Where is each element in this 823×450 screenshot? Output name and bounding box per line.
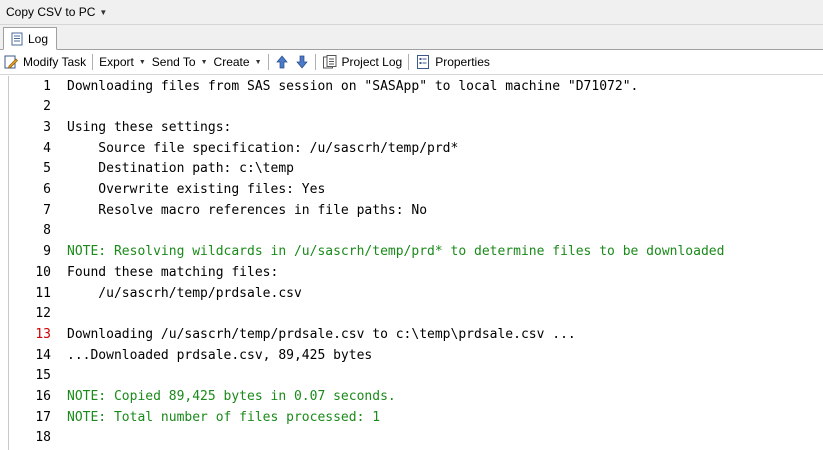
export-label: Export — [99, 55, 134, 69]
tab-log-label: Log — [28, 31, 49, 46]
log-text: Downloading files from SAS session on "S… — [67, 78, 639, 94]
line-number: 10 — [35, 264, 51, 280]
log-line: 10 Found these matching files: — [9, 262, 823, 282]
create-label: Create — [213, 55, 250, 69]
send-to-label: Send To — [151, 55, 196, 69]
log-text: ...Downloaded prdsale.csv, 89,425 bytes — [67, 347, 373, 363]
log-line: 15 — [9, 366, 823, 386]
create-menu-button[interactable]: Create ▼ — [211, 52, 265, 72]
line-number: 15 — [35, 368, 51, 384]
line-number: 2 — [43, 99, 51, 115]
toolbar-separator — [267, 54, 269, 70]
log-line: 6 Overwrite existing files: Yes — [9, 180, 823, 200]
log-line: 12 — [9, 304, 823, 324]
log-line: 2 — [9, 97, 823, 117]
log-note-text: NOTE: Resolving wildcards in /u/sascrh/t… — [67, 244, 725, 260]
properties-icon — [415, 54, 431, 70]
log-text: Using these settings: — [67, 119, 232, 135]
toolbar: Modify Task Export ▼ Send To ▼ Create ▼ … — [0, 50, 823, 75]
line-number: 18 — [35, 430, 51, 446]
window-title-bar[interactable]: Copy CSV to PC ▼ — [0, 0, 823, 25]
log-line: 4 Source file specification: /u/sascrh/t… — [9, 138, 823, 158]
chevron-down-icon: ▼ — [138, 58, 146, 66]
toolbar-separator — [92, 54, 94, 70]
log-line: 7 Resolve macro references in file paths… — [9, 200, 823, 220]
toolbar-separator — [314, 54, 316, 70]
properties-button[interactable]: Properties — [412, 52, 493, 72]
project-log-icon — [322, 54, 338, 70]
tab-strip: Log — [0, 25, 823, 50]
log-line: 3 Using these settings: — [9, 117, 823, 137]
line-number: 17 — [35, 409, 51, 425]
log-line: 5 Destination path: c:\temp — [9, 159, 823, 179]
modify-task-icon — [3, 54, 19, 70]
line-number: 6 — [43, 182, 51, 197]
log-text: Resolve macro references in file paths: … — [67, 202, 428, 218]
log-line: 16 NOTE: Copied 89,425 bytes in 0.07 seco… — [9, 387, 823, 407]
line-number: 16 — [35, 389, 51, 404]
log-line: 18 — [9, 428, 823, 448]
log-line: 13 Downloading /u/sascrh/temp/prdsale.csv… — [9, 324, 823, 344]
project-log-label: Project Log — [341, 55, 403, 69]
send-to-menu-button[interactable]: Send To ▼ — [149, 52, 211, 72]
line-number: 12 — [35, 306, 51, 322]
log-text: Destination path: c:\temp — [67, 161, 294, 177]
line-number: 7 — [43, 202, 51, 218]
move-down-button[interactable] — [292, 52, 312, 72]
tab-log[interactable]: Log — [3, 27, 58, 50]
log-text: Found these matching files: — [67, 264, 279, 280]
line-number: 11 — [35, 285, 51, 301]
project-log-button[interactable]: Project Log — [319, 52, 406, 72]
log-line: 17 NOTE: Total number of files processed:… — [9, 407, 823, 427]
line-number: 13 — [35, 326, 51, 342]
modify-task-button[interactable]: Modify Task — [0, 52, 89, 72]
chevron-down-icon: ▼ — [254, 58, 262, 66]
log-line: 1 Downloading files from SAS session on "… — [9, 76, 823, 96]
line-number: 8 — [43, 223, 51, 239]
export-menu-button[interactable]: Export ▼ — [96, 52, 149, 72]
line-number: 4 — [43, 140, 51, 156]
window-title[interactable]: Copy CSV to PC — [0, 5, 95, 19]
chevron-down-icon: ▼ — [200, 58, 208, 66]
log-document-icon — [10, 32, 24, 46]
log-note-text: NOTE: Total number of files processed: 1 — [67, 409, 381, 425]
log-note-text: NOTE: Copied 89,425 bytes in 0.07 second… — [67, 389, 396, 404]
toolbar-separator — [408, 54, 410, 70]
log-line: 11 /u/sascrh/temp/prdsale.csv — [9, 283, 823, 303]
move-up-button[interactable] — [272, 52, 292, 72]
line-number: 9 — [43, 244, 51, 260]
log-line: 14 ...Downloaded prdsale.csv, 89,425 byte… — [9, 345, 823, 365]
log-editor[interactable]: 1 Downloading files from SAS session on "… — [8, 76, 823, 450]
log-line: 9 NOTE: Resolving wildcards in /u/sascrh/… — [9, 242, 823, 262]
modify-task-label: Modify Task — [23, 55, 87, 69]
log-text: Downloading /u/sascrh/temp/prdsale.csv t… — [67, 326, 576, 342]
log-text: /u/sascrh/temp/prdsale.csv — [67, 285, 302, 301]
log-text: Source file specification: /u/sascrh/tem… — [67, 140, 459, 156]
line-number: 5 — [43, 161, 51, 177]
log-text: Overwrite existing files: Yes — [67, 182, 326, 197]
arrow-up-icon — [275, 54, 289, 70]
chevron-down-icon[interactable]: ▼ — [99, 8, 107, 17]
arrow-down-icon — [295, 54, 309, 70]
line-number: 1 — [43, 78, 51, 94]
log-line: 8 — [9, 221, 823, 241]
properties-label: Properties — [435, 55, 490, 69]
line-number: 14 — [35, 347, 51, 363]
line-number: 3 — [43, 119, 51, 135]
